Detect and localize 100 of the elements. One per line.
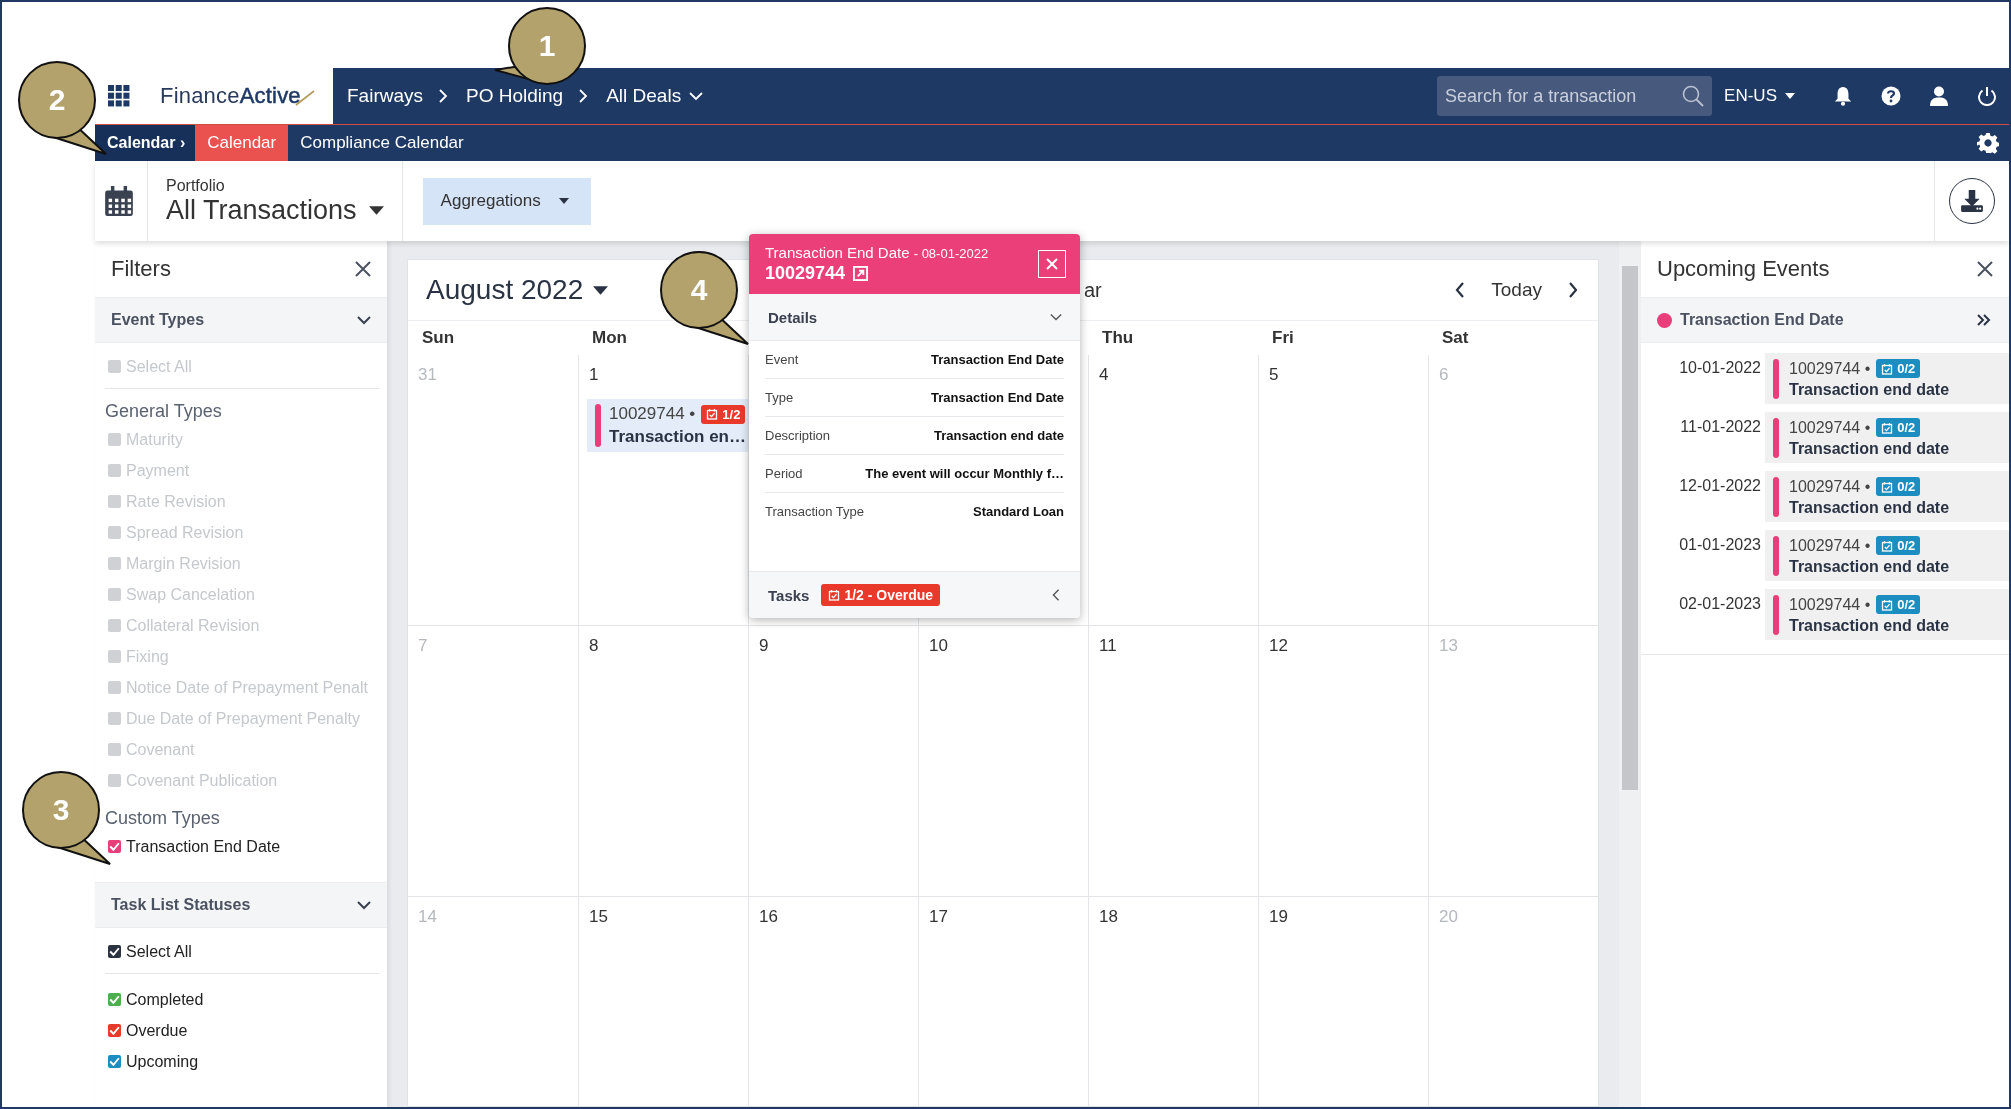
language-selector[interactable]: EN-US <box>1724 86 1777 106</box>
caret-icon[interactable] <box>593 285 609 295</box>
double-chevron-icon[interactable] <box>1977 314 1991 326</box>
nav-tab[interactable]: Calendar <box>195 125 289 161</box>
download-button[interactable] <box>1949 178 1995 224</box>
aggregations-button[interactable]: Aggregations <box>422 177 591 225</box>
event-date: 11-01-2022 <box>1679 417 1761 437</box>
weekday-label: Mon <box>592 328 627 348</box>
close-button[interactable] <box>1038 250 1066 278</box>
day-number: 15 <box>589 907 608 927</box>
external-link-icon[interactable] <box>853 266 869 281</box>
section-header[interactable]: Task List Statuses <box>95 882 387 928</box>
caret-icon[interactable] <box>1785 93 1795 99</box>
section-header[interactable]: Event Types <box>95 297 387 343</box>
detail-label: Event <box>765 352 799 367</box>
checkbox-label[interactable]: Upcoming <box>126 1052 199 1071</box>
next-icon[interactable] <box>1568 282 1578 298</box>
task-badge: 0/2 <box>1876 418 1921 437</box>
day-number: 7 <box>418 636 428 656</box>
search-field[interactable]: Search for a transaction <box>1437 76 1713 116</box>
today-button[interactable]: Today <box>1491 279 1542 301</box>
checkbox[interactable] <box>108 1055 121 1068</box>
upcoming-event[interactable]: 10029744 • 0/2 Transaction end date <box>1765 530 2009 581</box>
portfolio-selector[interactable]: All Transactions <box>166 194 357 226</box>
details-header[interactable]: Details <box>749 294 1080 341</box>
month-selector[interactable]: August 2022 <box>426 274 584 306</box>
scrollbar[interactable] <box>1619 241 1641 1107</box>
detail-value: Transaction end date <box>933 428 1064 443</box>
search-icon[interactable] <box>1682 85 1705 107</box>
checkbox[interactable] <box>108 1024 121 1037</box>
transaction-id[interactable]: 10029744 <box>765 263 846 284</box>
checkbox[interactable] <box>108 993 121 1006</box>
detail-value: Transaction End Date <box>931 390 1064 405</box>
section-breadcrumb[interactable]: Calendar › <box>95 125 196 161</box>
chevron-down-icon[interactable] <box>1050 311 1062 323</box>
day-number: 31 <box>418 365 437 385</box>
event-title: Transaction end date <box>1789 617 1950 635</box>
chevron-left-icon[interactable] <box>1050 589 1062 601</box>
download-icon[interactable] <box>1960 189 1984 213</box>
panel-title: Filters <box>111 256 171 282</box>
apps-grid-icon[interactable] <box>108 85 130 107</box>
checkbox-label[interactable]: Select All <box>126 942 192 961</box>
detail-label: Transaction Type <box>765 504 864 519</box>
chevron-down-icon[interactable] <box>357 313 371 327</box>
detail-value: The event will occur Monthly f… <box>865 466 1064 481</box>
transaction-id: 10029744 • <box>609 404 696 424</box>
day-number: 10 <box>929 636 948 656</box>
upcoming-event[interactable]: 10029744 • 0/2 Transaction end date <box>1765 353 2009 404</box>
settings-icon[interactable] <box>1977 132 1999 154</box>
help-icon[interactable] <box>1881 86 1901 106</box>
event-date: 12-01-2022 <box>1678 476 1761 496</box>
previous-icon[interactable] <box>1455 282 1466 298</box>
day-number: 4 <box>1099 365 1109 385</box>
chevron-right-icon <box>439 89 448 103</box>
user-icon[interactable] <box>1929 86 1949 106</box>
close-icon[interactable] <box>355 261 371 277</box>
day-number: 5 <box>1269 365 1279 385</box>
breadcrumb-link[interactable]: Fairways <box>347 85 423 107</box>
bell-icon[interactable] <box>1833 86 1853 106</box>
task-status-badge[interactable]: 1/2 - Overdue <box>821 584 941 606</box>
portfolio-label: Portfolio <box>166 176 226 195</box>
group-heading: Custom Types <box>105 808 221 829</box>
breadcrumb-dropdown[interactable]: All Deals <box>606 85 704 107</box>
section-title[interactable]: Task List Statuses <box>111 896 251 914</box>
popup-title: Transaction End Date - 08-01-2022 <box>765 244 990 261</box>
nav-tab[interactable]: Compliance Calendar <box>288 125 476 161</box>
checkbox-label[interactable]: Overdue <box>126 1021 188 1040</box>
caret-icon[interactable] <box>558 198 569 204</box>
checkbox-label[interactable]: Completed <box>126 990 204 1009</box>
day-number: 11 <box>1099 636 1117 656</box>
caret-icon[interactable] <box>368 205 384 215</box>
section-title[interactable]: Details <box>768 308 818 326</box>
power-icon[interactable] <box>1977 86 1997 106</box>
detail-label: Description <box>765 428 831 443</box>
upcoming-event[interactable]: 10029744 • 0/2 Transaction end date <box>1765 471 2009 522</box>
upcoming-event[interactable]: 10029744 • 0/2 Transaction end date <box>1765 589 2009 640</box>
transaction-id: 10029744 • <box>1789 595 1871 614</box>
breadcrumb-link[interactable]: PO Holding <box>466 85 564 107</box>
event-type-label: Transaction End Date <box>1680 311 1844 329</box>
panel-title: Upcoming Events <box>1657 256 1830 282</box>
day-number: 1 <box>589 365 599 385</box>
day-number: 12 <box>1269 636 1288 656</box>
day-number: 17 <box>929 907 948 927</box>
checkbox-label[interactable]: Transaction End Date <box>126 837 281 856</box>
checkbox[interactable] <box>108 945 121 958</box>
upcoming-event[interactable]: 10029744 • 0/2 Transaction end date <box>1765 412 2009 463</box>
section-title[interactable]: Event Types <box>111 311 205 329</box>
chevron-down-icon[interactable] <box>689 91 704 101</box>
event-title: Transaction end date <box>1789 499 1950 517</box>
chevron-right-icon <box>579 89 589 103</box>
day-number: 19 <box>1269 907 1288 927</box>
brand-logo: FinanceActive <box>160 83 301 109</box>
day-number: 9 <box>759 636 769 656</box>
event-title: Transaction end date <box>1789 440 1950 458</box>
detail-label: Type <box>765 390 794 405</box>
chevron-down-icon[interactable] <box>357 898 371 912</box>
day-number: 6 <box>1439 365 1449 385</box>
checkbox[interactable] <box>108 840 121 853</box>
event-date: 10-01-2022 <box>1678 358 1761 378</box>
close-icon[interactable] <box>1977 261 1993 277</box>
